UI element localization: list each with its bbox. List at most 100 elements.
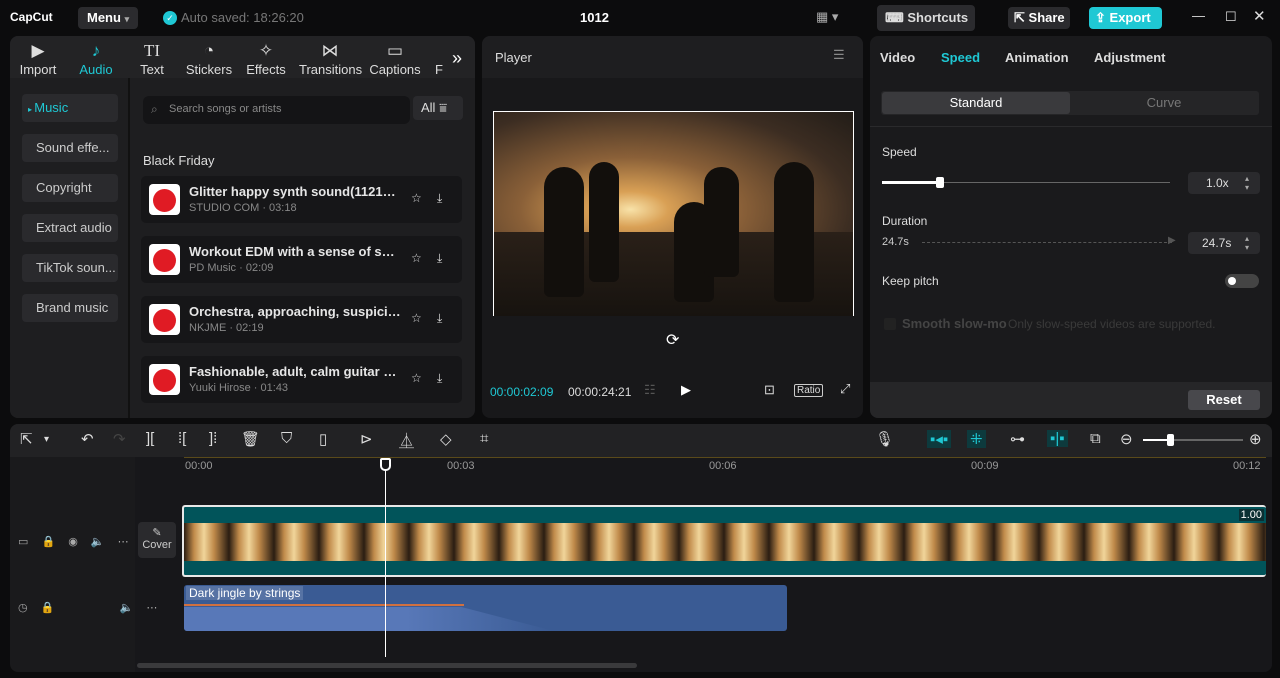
duration-input[interactable]: 24.7s ▴ ▾	[1188, 232, 1260, 254]
list-item[interactable]: Workout EDM with a sense of speed PD Musi…	[141, 236, 462, 283]
fit-icon[interactable]: ⊡	[764, 382, 775, 398]
sidebar-item-tiktok-sounds[interactable]: TikTok soun...	[22, 254, 118, 282]
auto-snap-icon[interactable]: ⁜	[967, 430, 986, 448]
list-item[interactable]: Fashionable, adult, calm guitar BGM Yuuki…	[141, 356, 462, 403]
freeze-icon[interactable]: ▯	[319, 430, 327, 448]
stepper-icon[interactable]: ▴ ▾	[1245, 234, 1249, 252]
zoom-out-icon[interactable]: ⊖	[1120, 430, 1133, 448]
split-right-icon[interactable]: ]⁞	[209, 430, 217, 447]
link-icon[interactable]: ⊶	[1010, 430, 1025, 448]
tab-text[interactable]: TI Text	[137, 40, 167, 77]
close-button[interactable]: ✕	[1253, 7, 1266, 25]
video-track-controls[interactable]: ▭ 🔒 ◉ 🔈 ⋯	[18, 535, 129, 548]
list-item[interactable]: Glitter happy synth sound(112170) STUDIO …	[141, 176, 462, 223]
sidebar-item-music[interactable]: ▸ Music	[22, 94, 118, 122]
download-icon[interactable]: ⤓	[437, 311, 442, 326]
ratio-button[interactable]: Ratio	[794, 384, 824, 397]
chevron-down-icon[interactable]: ▾	[44, 434, 49, 445]
redo-icon[interactable]: ↷	[113, 430, 126, 448]
rotate-icon[interactable]: ⟳	[666, 330, 679, 350]
mode-standard[interactable]: Standard	[882, 92, 1070, 114]
more-tabs-icon[interactable]: »	[452, 48, 462, 69]
microphone-icon[interactable]: 🎙	[875, 430, 894, 448]
crop-icon[interactable]: ⌗	[480, 430, 488, 447]
video-preview[interactable]	[493, 111, 854, 316]
keep-pitch-toggle[interactable]	[1225, 274, 1259, 288]
favorite-icon[interactable]: ☆	[411, 311, 422, 325]
share-button[interactable]: ⇱ Share	[1008, 7, 1070, 29]
menu-button[interactable]: Menu ▾	[78, 7, 138, 29]
shortcuts-label: Shortcuts	[907, 10, 969, 25]
fullscreen-icon[interactable]: ⤢	[840, 381, 850, 397]
audio-clip[interactable]: Dark jingle by strings	[184, 585, 787, 631]
tab-stickers[interactable]: ◔ Stickers	[185, 40, 233, 77]
preview-axis-icon[interactable]: ▪|▪	[1047, 430, 1068, 447]
download-icon[interactable]: ⤓	[437, 191, 442, 206]
sidebar-item-extract-audio[interactable]: Extract audio	[22, 214, 118, 242]
grid-icon[interactable]: ☷	[644, 382, 656, 398]
tab-import[interactable]: ▶ Import	[16, 40, 60, 77]
reset-button[interactable]: Reset	[1188, 390, 1260, 410]
smooth-slowmo-checkbox[interactable]	[884, 318, 896, 330]
preview-icon[interactable]: ⧉	[1090, 430, 1101, 447]
eye-icon: ◉	[68, 536, 78, 548]
sidebar-item-brand-music[interactable]: Brand music	[22, 294, 118, 322]
rotate-icon[interactable]: ◇	[440, 430, 452, 448]
section-title: Black Friday	[143, 153, 215, 168]
speed-input[interactable]: 1.0x ▴ ▾	[1188, 172, 1260, 194]
download-icon[interactable]: ⤓	[437, 251, 442, 266]
menu-icon[interactable]: ☰	[833, 47, 845, 63]
favorite-icon[interactable]: ☆	[411, 191, 422, 205]
layout-icon[interactable]: ▦ ▾	[816, 9, 838, 25]
maximize-button[interactable]: ☐	[1225, 9, 1237, 25]
play-button[interactable]: ▶	[681, 382, 691, 398]
tab-transitions[interactable]: ⋈ Transitions	[299, 40, 362, 77]
tab-video[interactable]: Video	[880, 50, 915, 65]
delete-icon[interactable]: 🗑	[241, 430, 260, 448]
tab-speed[interactable]: Speed	[941, 50, 980, 65]
track-title: Glitter happy synth sound(112170)	[189, 184, 401, 199]
tab-effects[interactable]: ✧ Effects	[245, 40, 287, 77]
tab-animation[interactable]: Animation	[1005, 50, 1069, 65]
project-title: 1012	[580, 10, 609, 25]
reverse-icon[interactable]: ⊳	[360, 430, 373, 448]
audio-track-controls[interactable]: ◷ 🔒 🔈 ⋯	[18, 601, 157, 614]
mirror-icon[interactable]: ⏅	[399, 430, 414, 451]
undo-icon[interactable]: ↶	[81, 430, 94, 448]
speed-slider[interactable]	[882, 177, 1170, 189]
mode-curve[interactable]: Curve	[1070, 92, 1258, 114]
playhead[interactable]	[385, 460, 386, 657]
tab-audio[interactable]: ♪ Audio	[76, 40, 116, 77]
current-time: 00:00:02:09	[490, 385, 554, 399]
select-tool-icon[interactable]: ⇱	[20, 430, 33, 448]
zoom-in-icon[interactable]: ⊕	[1249, 430, 1262, 448]
split-icon[interactable]: ][	[146, 430, 154, 447]
zoom-slider[interactable]	[1143, 434, 1243, 446]
video-clip[interactable]: 1.00	[182, 505, 1266, 577]
tab-captions[interactable]: ▭ Captions	[369, 40, 421, 77]
main-track-magnet-icon[interactable]: ▪◂▪	[927, 430, 952, 448]
split-left-icon[interactable]: ⁞[	[178, 430, 186, 447]
sidebar-item-sound-effects[interactable]: Sound effe...	[22, 134, 118, 162]
tab-adjustment[interactable]: Adjustment	[1094, 50, 1166, 65]
tab-filters[interactable]: F	[434, 40, 444, 77]
horizontal-scrollbar[interactable]	[137, 663, 637, 668]
favorite-icon[interactable]: ☆	[411, 251, 422, 265]
minimize-button[interactable]: —	[1192, 8, 1205, 23]
favorite-icon[interactable]: ☆	[411, 371, 422, 385]
tab-label: Captions	[369, 62, 421, 77]
ruler-label: 00:09	[971, 460, 999, 472]
search-input[interactable]: ⌕ Search songs or artists	[143, 96, 410, 124]
filter-button[interactable]: All ⩸	[413, 96, 463, 120]
slider-handle[interactable]	[1167, 434, 1174, 446]
sidebar-item-copyright[interactable]: Copyright	[22, 174, 118, 202]
marker-icon[interactable]: ⛉	[281, 430, 292, 447]
playhead-handle[interactable]	[380, 458, 391, 471]
list-item[interactable]: Orchestra, approaching, suspicious NKJME …	[141, 296, 462, 343]
download-icon[interactable]: ⤓	[437, 371, 442, 386]
cover-button[interactable]: ✎ Cover	[138, 522, 176, 558]
shortcuts-button[interactable]: ⌨ Shortcuts	[877, 5, 975, 31]
export-button[interactable]: ⇪ Export	[1089, 7, 1162, 29]
stepper-icon[interactable]: ▴ ▾	[1245, 174, 1249, 192]
slider-handle[interactable]	[935, 177, 944, 188]
